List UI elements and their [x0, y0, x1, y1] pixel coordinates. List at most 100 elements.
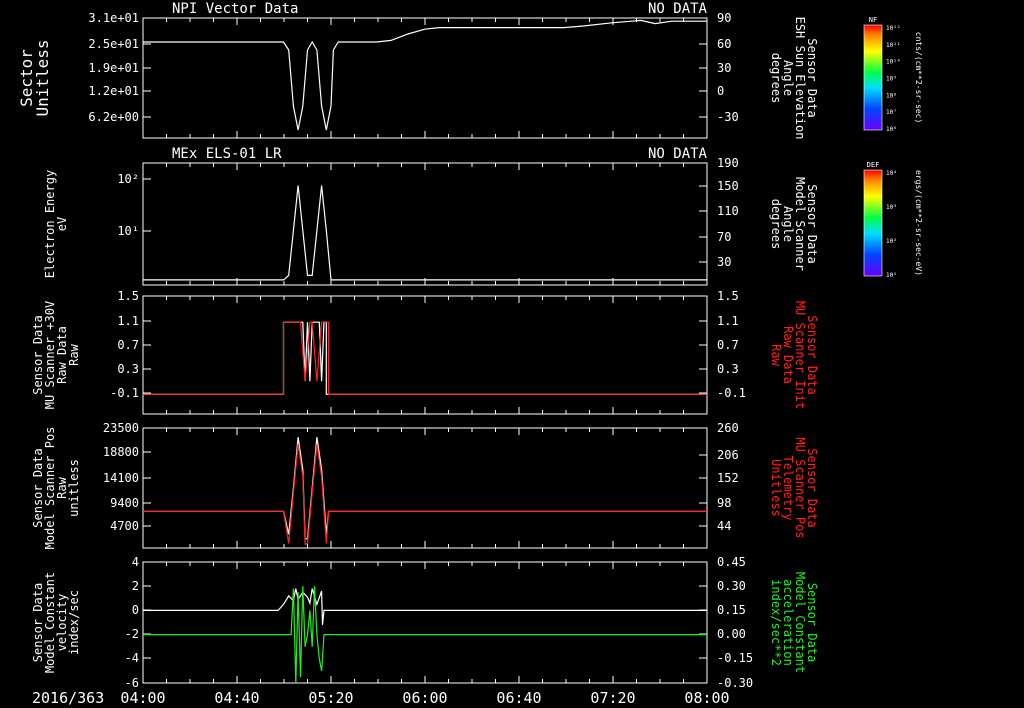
x-tick-label: 04:00: [120, 689, 165, 707]
left-axis-label: Sensor DataMU Scanner +30VRaw DataRaw: [31, 301, 81, 409]
panel-status: NO DATA: [648, 146, 708, 162]
right-tick-label: 0.15: [717, 603, 746, 617]
right-axis-label-line: Unitless: [769, 459, 783, 517]
x-tick-label: 08:00: [684, 689, 729, 707]
right-axis-label: Sensor DataModel ScannerAngledegrees: [769, 177, 819, 271]
colorbar-tick-label: 10¹¹: [886, 42, 900, 49]
panel-3: 1.5 1.1 0.7 0.3 -0.1 1.5 1.1 0.7 0.3 -0.1 Sensor D…: [31, 289, 819, 415]
right-tick-label: 1.1: [717, 314, 739, 328]
left-tick-label: -0.1: [110, 386, 139, 400]
panel-title: NPI Vector Data: [172, 1, 298, 17]
right-tick-label: 190: [717, 156, 739, 170]
right-tick-label: 30: [717, 61, 731, 75]
panel-frame: [142, 17, 708, 139]
right-axis-label: Sensor DataESH Sun ElevationAngledegrees: [769, 17, 819, 140]
series-line-1: [143, 321, 707, 395]
x-tick-label: 04:40: [214, 689, 259, 707]
right-axis-label: Sensor DataModel Constantaccelerationind…: [769, 572, 819, 673]
colorbar-tick-label: 10¹²: [886, 25, 900, 32]
left-tick-label: -2: [125, 627, 139, 641]
left-axis-label: Sensor DataModel Scanner PosRawunitless: [31, 427, 81, 550]
right-tick-label: 30: [717, 255, 731, 269]
left-axis-label-line: Raw: [67, 343, 81, 365]
right-tick-label: 260: [717, 421, 739, 435]
right-tick-label: 110: [717, 204, 739, 218]
colorbar-tick-label: 10¹: [886, 272, 897, 279]
right-tick-label: -30: [717, 110, 739, 124]
right-tick-label: -0.15: [717, 651, 753, 665]
left-tick-label: -6: [125, 676, 139, 690]
right-tick-label: 152: [717, 471, 739, 485]
right-axis-label: Sensor DataMU Scanner InitRaw DataRaw: [769, 301, 819, 409]
series-line-1: [143, 19, 707, 131]
colorbar-units: ergs/(cm**2-sr-sec-eV): [914, 170, 923, 276]
left-tick-label: 1.5: [117, 289, 139, 303]
left-axis-label-line: index/sec: [67, 590, 81, 655]
left-tick-label: 10²: [117, 172, 139, 186]
right-tick-label: 98: [717, 496, 731, 510]
right-tick-label: 0.30: [717, 579, 746, 593]
x-tick-label: 07:20: [590, 689, 635, 707]
left-axis-label: Electron EnergyeV: [43, 170, 69, 278]
left-tick-label: 3.1e+01: [88, 11, 139, 25]
right-axis-label-line: Raw: [769, 344, 783, 366]
panel-frame: [142, 561, 708, 684]
left-tick-label: 4: [132, 555, 139, 569]
right-tick-label: -0.1: [717, 386, 746, 400]
colorbar-tick-label: 10³: [886, 204, 897, 211]
right-tick-label: 44: [717, 519, 731, 533]
left-tick-label: 1.2e+01: [88, 84, 139, 98]
right-tick-label: 150: [717, 179, 739, 193]
left-tick-label: 6.2e+00: [88, 110, 139, 124]
x-tick-label: 05:20: [308, 689, 353, 707]
panel-5: 4 2 0 -2 -4 -6 0.45 0.30 0.15 0.00 -0.15 -0.30 Senso…: [31, 555, 819, 690]
colorbar-tick-label: 10⁴: [886, 170, 897, 177]
panel-4: 23500 18800 14100 9400 4700 260 206 152 98 44 Sens…: [31, 421, 819, 549]
colorbar-gradient: [863, 169, 883, 277]
panel-title: MEx ELS-01 LR: [172, 146, 282, 162]
colorbar-title: NF: [869, 16, 877, 24]
left-tick-label: -4: [125, 651, 139, 665]
series-line-2: [143, 444, 707, 546]
colorbar-tick-label: 10⁸: [886, 92, 897, 99]
x-tick-label: 06:40: [496, 689, 541, 707]
right-axis-label-line: degrees: [769, 199, 783, 250]
left-axis-label: SectorUnitless: [17, 39, 52, 116]
colorbar-tick-label: 10⁶: [886, 126, 897, 133]
right-axis-label-line: index/sec**2: [769, 579, 783, 666]
left-axis-label-line: Unitless: [33, 39, 52, 116]
colorbar-gradient: [863, 24, 883, 131]
colorbar-title: DEF: [867, 161, 880, 169]
colorbar-tick-label: 10⁷: [886, 109, 897, 116]
right-axis-label: Sensor DataMU Scanner PosTelemetryUnitle…: [769, 437, 819, 538]
panel-1: NPI Vector Data NO DATA 3.1e+01 2.5e+01 1.9e…: [17, 1, 819, 139]
right-tick-label: 206: [717, 448, 739, 462]
left-tick-label: 14100: [103, 471, 139, 485]
right-tick-label: 60: [717, 37, 731, 51]
right-tick-label: 0: [717, 84, 724, 98]
colorbar-2: DEF 10⁴ 10³ 10² 10¹ ergs/(cm**2-sr-sec-eV): [863, 161, 923, 279]
date-label: 2016/363: [32, 689, 104, 707]
left-tick-label: 0: [132, 603, 139, 617]
right-tick-label: 0.7: [717, 338, 739, 352]
left-tick-label: 1.1: [117, 314, 139, 328]
left-tick-label: 9400: [110, 496, 139, 510]
right-tick-label: 90: [717, 11, 731, 25]
left-axis-label: Sensor DataModel Constantvelocityindex/s…: [31, 572, 81, 673]
panel-frame: [142, 427, 708, 549]
left-tick-label: 4700: [110, 519, 139, 533]
right-tick-label: 70: [717, 230, 731, 244]
x-tick-label: 06:00: [402, 689, 447, 707]
colorbar-units: cnts/(cm**2-sr-sec): [914, 32, 923, 124]
series-line-1: [143, 185, 707, 281]
series-line-2: [143, 586, 707, 684]
series-line-1: [143, 588, 707, 625]
left-axis-label-line: unitless: [67, 459, 81, 517]
left-tick-label: 10¹: [117, 224, 139, 238]
left-tick-label: 23500: [103, 421, 139, 435]
right-tick-label: 0.00: [717, 627, 746, 641]
left-tick-label: 0.7: [117, 338, 139, 352]
right-axis-label-line: degrees: [769, 53, 783, 104]
left-tick-label: 2: [132, 579, 139, 593]
left-tick-label: 2.5e+01: [88, 37, 139, 51]
